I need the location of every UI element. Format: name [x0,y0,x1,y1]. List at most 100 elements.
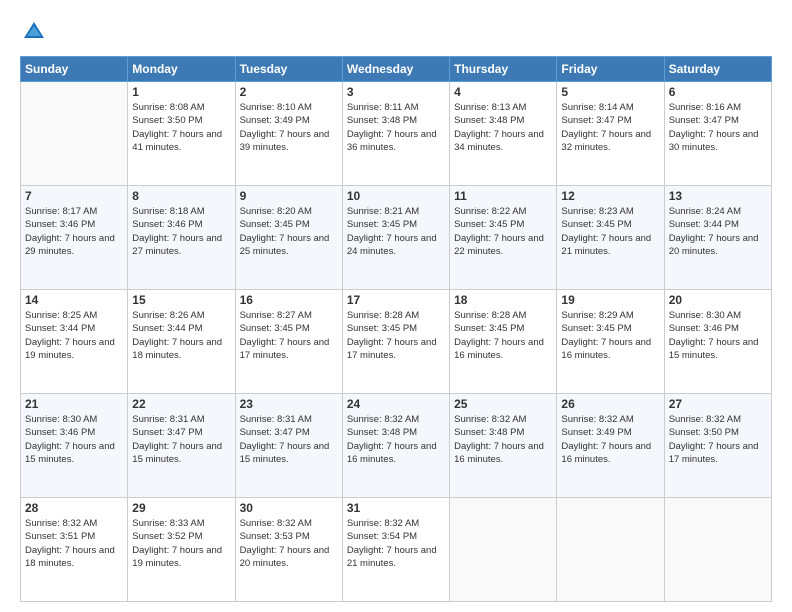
day-number: 17 [347,293,445,307]
calendar-cell: 24 Sunrise: 8:32 AMSunset: 3:48 PMDayligh… [342,394,449,498]
calendar-cell [450,498,557,602]
day-number: 19 [561,293,659,307]
calendar-cell: 2 Sunrise: 8:10 AMSunset: 3:49 PMDaylight… [235,82,342,186]
day-number: 8 [132,189,230,203]
calendar-cell: 8 Sunrise: 8:18 AMSunset: 3:46 PMDaylight… [128,186,235,290]
day-number: 1 [132,85,230,99]
calendar-cell: 28 Sunrise: 8:32 AMSunset: 3:51 PMDayligh… [21,498,128,602]
calendar-week-row: 14 Sunrise: 8:25 AMSunset: 3:44 PMDayligh… [21,290,772,394]
day-number: 4 [454,85,552,99]
calendar-week-row: 1 Sunrise: 8:08 AMSunset: 3:50 PMDaylight… [21,82,772,186]
day-info: Sunrise: 8:29 AMSunset: 3:45 PMDaylight:… [561,309,659,362]
calendar-week-row: 7 Sunrise: 8:17 AMSunset: 3:46 PMDaylight… [21,186,772,290]
calendar-cell: 16 Sunrise: 8:27 AMSunset: 3:45 PMDayligh… [235,290,342,394]
calendar-cell: 18Sunrise: 8:28 AMSunset: 3:45 PMDayligh… [450,290,557,394]
calendar-week-row: 28 Sunrise: 8:32 AMSunset: 3:51 PMDayligh… [21,498,772,602]
weekday-header: Sunday [21,57,128,82]
calendar-cell: 12 Sunrise: 8:23 AMSunset: 3:45 PMDayligh… [557,186,664,290]
calendar-cell: 22 Sunrise: 8:31 AMSunset: 3:47 PMDayligh… [128,394,235,498]
day-number: 20 [669,293,767,307]
header [20,18,772,46]
calendar-cell [664,498,771,602]
day-info: Sunrise: 8:33 AMSunset: 3:52 PMDaylight:… [132,517,230,570]
calendar-cell: 23Sunrise: 8:31 AMSunset: 3:47 PMDayligh… [235,394,342,498]
day-number: 13 [669,189,767,203]
day-number: 24 [347,397,445,411]
day-number: 22 [132,397,230,411]
day-info: Sunrise: 8:18 AMSunset: 3:46 PMDaylight:… [132,205,230,258]
calendar-cell: 19 Sunrise: 8:29 AMSunset: 3:45 PMDayligh… [557,290,664,394]
day-info: Sunrise: 8:14 AMSunset: 3:47 PMDaylight:… [561,101,659,154]
calendar-cell: 9 Sunrise: 8:20 AMSunset: 3:45 PMDaylight… [235,186,342,290]
calendar-cell: 6 Sunrise: 8:16 AMSunset: 3:47 PMDaylight… [664,82,771,186]
day-info: Sunrise: 8:08 AMSunset: 3:50 PMDaylight:… [132,101,230,154]
day-info: Sunrise: 8:17 AMSunset: 3:46 PMDaylight:… [25,205,123,258]
calendar-cell: 25 Sunrise: 8:32 AMSunset: 3:48 PMDayligh… [450,394,557,498]
day-info: Sunrise: 8:32 AMSunset: 3:48 PMDaylight:… [454,413,552,466]
day-info: Sunrise: 8:30 AMSunset: 3:46 PMDaylight:… [25,413,123,466]
day-info: Sunrise: 8:27 AMSunset: 3:45 PMDaylight:… [240,309,338,362]
weekday-header: Tuesday [235,57,342,82]
calendar-cell: 27 Sunrise: 8:32 AMSunset: 3:50 PMDayligh… [664,394,771,498]
page: SundayMondayTuesdayWednesdayThursdayFrid… [0,0,792,612]
day-number: 16 [240,293,338,307]
day-info: Sunrise: 8:30 AMSunset: 3:46 PMDaylight:… [669,309,767,362]
calendar-cell: 31 Sunrise: 8:32 AMSunset: 3:54 PMDayligh… [342,498,449,602]
day-info: Sunrise: 8:16 AMSunset: 3:47 PMDaylight:… [669,101,767,154]
calendar-cell: 20 Sunrise: 8:30 AMSunset: 3:46 PMDayligh… [664,290,771,394]
weekday-header: Wednesday [342,57,449,82]
calendar-cell: 15Sunrise: 8:26 AMSunset: 3:44 PMDayligh… [128,290,235,394]
day-number: 6 [669,85,767,99]
weekday-header: Thursday [450,57,557,82]
day-number: 10 [347,189,445,203]
weekday-header: Monday [128,57,235,82]
day-info: Sunrise: 8:20 AMSunset: 3:45 PMDaylight:… [240,205,338,258]
weekday-header: Saturday [664,57,771,82]
weekday-header: Friday [557,57,664,82]
day-number: 30 [240,501,338,515]
day-number: 27 [669,397,767,411]
day-info: Sunrise: 8:32 AMSunset: 3:49 PMDaylight:… [561,413,659,466]
day-info: Sunrise: 8:24 AMSunset: 3:44 PMDaylight:… [669,205,767,258]
day-info: Sunrise: 8:32 AMSunset: 3:54 PMDaylight:… [347,517,445,570]
day-info: Sunrise: 8:10 AMSunset: 3:49 PMDaylight:… [240,101,338,154]
day-number: 7 [25,189,123,203]
calendar-cell: 10 Sunrise: 8:21 AMSunset: 3:45 PMDayligh… [342,186,449,290]
day-number: 28 [25,501,123,515]
day-info: Sunrise: 8:31 AMSunset: 3:47 PMDaylight:… [132,413,230,466]
day-number: 26 [561,397,659,411]
day-number: 21 [25,397,123,411]
calendar-cell: 4Sunrise: 8:13 AMSunset: 3:48 PMDaylight… [450,82,557,186]
calendar-cell [21,82,128,186]
day-info: Sunrise: 8:11 AMSunset: 3:48 PMDaylight:… [347,101,445,154]
day-number: 11 [454,189,552,203]
day-info: Sunrise: 8:32 AMSunset: 3:50 PMDaylight:… [669,413,767,466]
logo-icon [20,18,48,46]
day-number: 12 [561,189,659,203]
calendar-cell: 21 Sunrise: 8:30 AMSunset: 3:46 PMDayligh… [21,394,128,498]
day-info: Sunrise: 8:21 AMSunset: 3:45 PMDaylight:… [347,205,445,258]
calendar-cell: 26 Sunrise: 8:32 AMSunset: 3:49 PMDayligh… [557,394,664,498]
day-number: 2 [240,85,338,99]
day-number: 9 [240,189,338,203]
day-number: 18 [454,293,552,307]
day-number: 14 [25,293,123,307]
header-row: SundayMondayTuesdayWednesdayThursdayFrid… [21,57,772,82]
day-info: Sunrise: 8:32 AMSunset: 3:48 PMDaylight:… [347,413,445,466]
logo [20,18,52,46]
day-info: Sunrise: 8:32 AMSunset: 3:53 PMDaylight:… [240,517,338,570]
calendar-cell: 14 Sunrise: 8:25 AMSunset: 3:44 PMDayligh… [21,290,128,394]
calendar-cell: 3 Sunrise: 8:11 AMSunset: 3:48 PMDaylight… [342,82,449,186]
day-info: Sunrise: 8:25 AMSunset: 3:44 PMDaylight:… [25,309,123,362]
day-number: 23 [240,397,338,411]
day-number: 3 [347,85,445,99]
day-info: Sunrise: 8:32 AMSunset: 3:51 PMDaylight:… [25,517,123,570]
day-info: Sunrise: 8:26 AMSunset: 3:44 PMDaylight:… [132,309,230,362]
day-number: 5 [561,85,659,99]
calendar-cell: 11 Sunrise: 8:22 AMSunset: 3:45 PMDayligh… [450,186,557,290]
day-info: Sunrise: 8:23 AMSunset: 3:45 PMDaylight:… [561,205,659,258]
calendar-cell: 1 Sunrise: 8:08 AMSunset: 3:50 PMDaylight… [128,82,235,186]
day-number: 31 [347,501,445,515]
day-number: 25 [454,397,552,411]
day-info: Sunrise: 8:22 AMSunset: 3:45 PMDaylight:… [454,205,552,258]
